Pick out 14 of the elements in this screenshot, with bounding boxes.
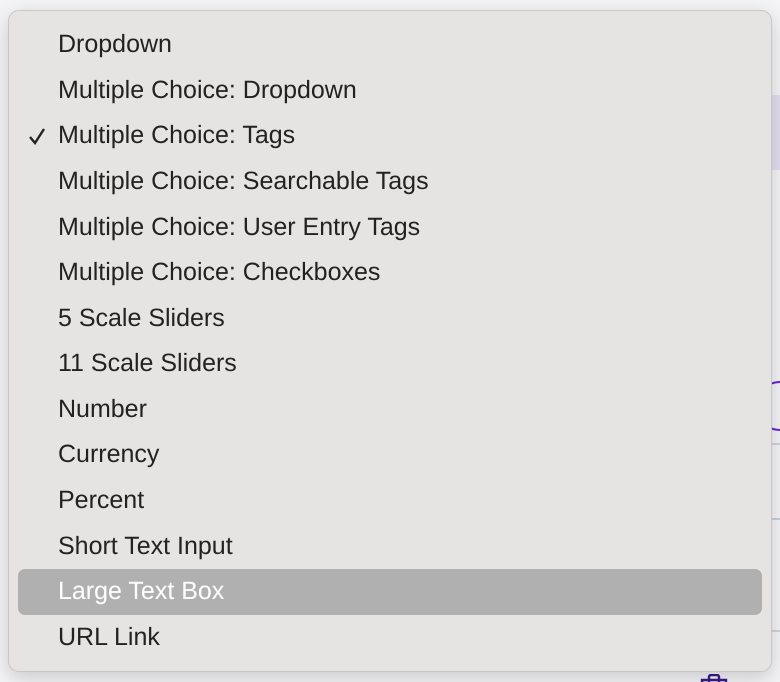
menu-item[interactable]: Currency: [18, 432, 762, 478]
menu-item[interactable]: Multiple Choice: Searchable Tags: [18, 158, 762, 204]
briefcase-icon: [700, 674, 728, 682]
menu-item[interactable]: Number: [18, 386, 762, 432]
menu-item[interactable]: Percent: [18, 478, 762, 524]
menu-item[interactable]: Multiple Choice: Dropdown: [18, 68, 762, 114]
menu-item[interactable]: Multiple Choice: Checkboxes: [18, 250, 762, 296]
menu-item[interactable]: Multiple Choice: Tags: [18, 113, 762, 159]
menu-item[interactable]: 5 Scale Sliders: [18, 295, 762, 342]
menu-item[interactable]: URL Link: [18, 614, 762, 660]
menu-item[interactable]: Short Text Input: [18, 523, 762, 569]
menu-item[interactable]: 11 Scale Sliders: [18, 341, 762, 387]
menu-item[interactable]: Dropdown: [18, 22, 762, 68]
menu-item[interactable]: Multiple Choice: User Entry Tags: [18, 204, 762, 250]
